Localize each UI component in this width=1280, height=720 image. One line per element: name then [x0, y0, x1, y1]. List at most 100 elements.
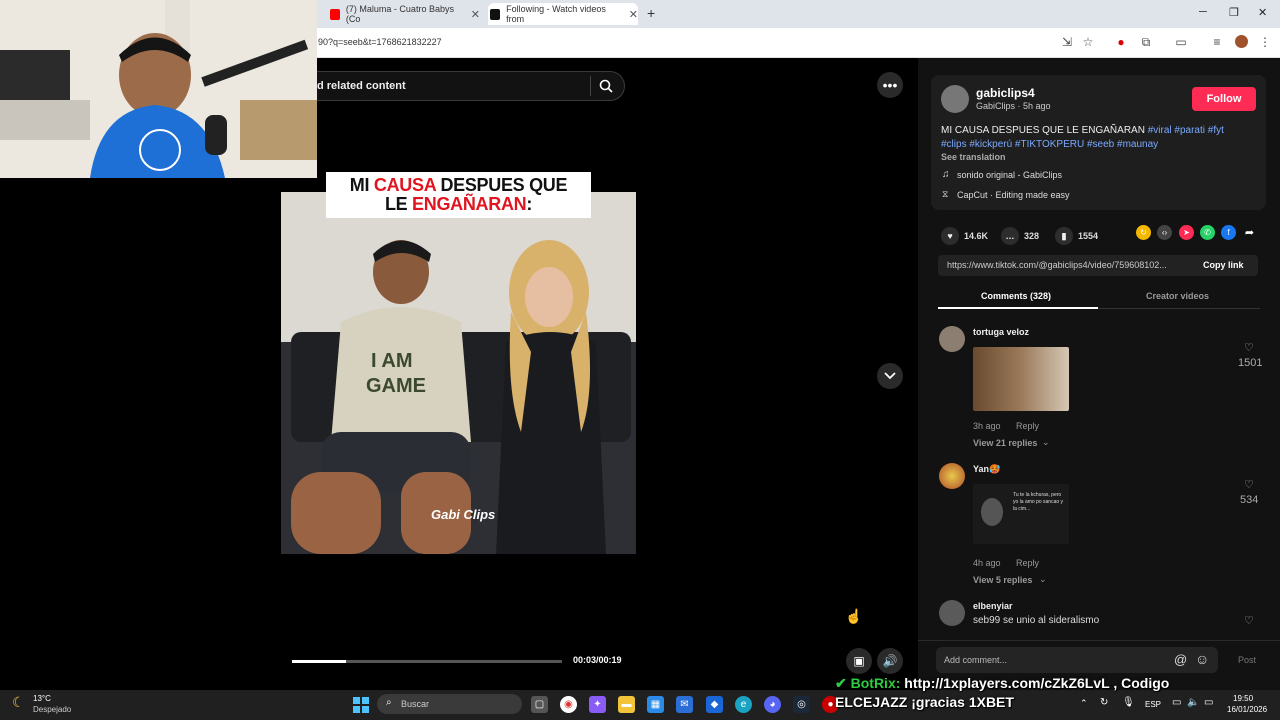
- comment-image[interactable]: [973, 347, 1069, 411]
- tab-title: (7) Maluma - Cuatro Babys (Co: [345, 4, 454, 24]
- follow-button[interactable]: Follow: [1192, 87, 1256, 111]
- store-icon[interactable]: ▦: [647, 696, 664, 713]
- chrome-icon[interactable]: ◉: [560, 696, 577, 713]
- chevron-down-icon: [884, 372, 896, 380]
- close-icon[interactable]: ✕: [471, 8, 480, 21]
- clock-time[interactable]: 19:50: [1233, 694, 1253, 703]
- browser-tab[interactable]: (7) Maluma - Cuatro Babys (Co ✕: [330, 3, 480, 25]
- comment-icon: …: [1001, 227, 1019, 245]
- facebook-icon[interactable]: f: [1221, 225, 1236, 240]
- see-translation-link[interactable]: See translation: [941, 152, 1006, 162]
- comment-image[interactable]: Tu te la kchuras, pero yo la amo po sanc…: [973, 484, 1069, 544]
- save-button[interactable]: ▮ 1554: [1055, 227, 1098, 245]
- star-icon[interactable]: ☆: [1081, 35, 1095, 49]
- tab-comments[interactable]: Comments (328): [981, 291, 1051, 301]
- minimize-button[interactable]: ─: [1199, 6, 1207, 18]
- view-replies-link[interactable]: View 5 replies: [973, 575, 1032, 585]
- caption-highlight: ENGAÑARAN: [412, 194, 527, 214]
- avatar[interactable]: [941, 85, 969, 113]
- reply-link[interactable]: Reply: [1016, 421, 1039, 431]
- task-view-icon[interactable]: ▢: [531, 696, 548, 713]
- comment-like-count: 534: [1240, 494, 1259, 506]
- post-comment-button[interactable]: Post: [1238, 655, 1256, 665]
- video-watermark: Gabi Clips: [431, 507, 496, 522]
- windows-start-icon[interactable]: [352, 696, 369, 713]
- search-icon[interactable]: [599, 79, 613, 93]
- music-note-icon: ♫: [942, 169, 950, 180]
- search-icon: ⌕: [386, 697, 392, 708]
- caption-text: MI: [349, 175, 374, 195]
- share-icon[interactable]: ➦: [1242, 225, 1257, 240]
- taskbar-search[interactable]: [377, 694, 522, 714]
- avatar[interactable]: [939, 600, 965, 626]
- svg-text:I AM: I AM: [371, 350, 412, 372]
- save-count: 1554: [1078, 231, 1099, 241]
- description-text: MI CAUSA DESPUES QUE LE ENGAÑARAN: [941, 125, 1145, 136]
- share-link[interactable]: https://www.tiktok.com/@gabiclips4/video…: [947, 260, 1167, 270]
- author-username[interactable]: gabiclips4: [976, 86, 1035, 100]
- heart-outline-icon[interactable]: ♡: [1244, 478, 1254, 491]
- webcam-scene: [0, 0, 317, 178]
- browser-tab-active[interactable]: Following - Watch videos from ✕: [488, 3, 638, 25]
- mail-icon[interactable]: ✉: [676, 696, 693, 713]
- edge-icon[interactable]: e: [735, 696, 752, 713]
- more-vert-icon[interactable]: ⋮: [1258, 35, 1272, 49]
- profile-avatar[interactable]: [1235, 35, 1248, 48]
- volume-icon[interactable]: 🔈: [1187, 697, 1199, 708]
- music-link[interactable]: sonido original - GabiClips: [957, 170, 1062, 180]
- mention-icon[interactable]: @: [1174, 652, 1187, 667]
- svg-text:GAME: GAME: [366, 375, 426, 397]
- comment-author[interactable]: elbenyiar: [973, 601, 1013, 611]
- discord-icon[interactable]: ◕: [764, 696, 781, 713]
- comment-author[interactable]: Yan🥵: [973, 464, 1000, 475]
- copilot-icon[interactable]: ✦: [589, 696, 606, 713]
- reply-link[interactable]: Reply: [1016, 558, 1039, 568]
- heart-icon: ♥: [941, 227, 959, 245]
- file-explorer-icon[interactable]: ▬: [618, 696, 635, 713]
- menu-list-icon[interactable]: ≡: [1210, 35, 1224, 49]
- new-tab-button[interactable]: +: [647, 5, 655, 21]
- pip-button[interactable]: ▣: [846, 648, 872, 674]
- search-divider: [590, 76, 591, 96]
- like-button[interactable]: ♥ 14.6K: [941, 227, 988, 245]
- cast-icon[interactable]: ▭: [1174, 35, 1188, 49]
- extensions-icon[interactable]: ⧉: [1139, 35, 1153, 49]
- video-frame[interactable]: I AM GAME Gabi Clips: [281, 192, 636, 554]
- copy-link-button[interactable]: Copy link: [1203, 260, 1244, 270]
- botrix-label: BotRix:: [850, 675, 901, 691]
- comment-button[interactable]: … 328: [1001, 227, 1039, 245]
- send-icon[interactable]: ➤: [1179, 225, 1194, 240]
- comment-author[interactable]: tortuga veloz: [973, 327, 1029, 337]
- whatsapp-icon[interactable]: ✆: [1200, 225, 1215, 240]
- emoji-icon[interactable]: ☺: [1195, 651, 1209, 667]
- weather-temp[interactable]: 13°C: [33, 694, 51, 703]
- active-tab-indicator: [938, 307, 1098, 309]
- repost-icon[interactable]: ↻: [1136, 225, 1151, 240]
- close-window-button[interactable]: ✕: [1258, 6, 1267, 19]
- install-icon[interactable]: ⇲: [1060, 35, 1074, 49]
- more-options-button[interactable]: •••: [877, 72, 903, 98]
- hashtags[interactable]: #clips #kickperú #TIKTOKPERU #seeb #maun…: [941, 139, 1158, 150]
- image-face: [981, 498, 1003, 526]
- battery-icon[interactable]: ▭: [1204, 697, 1213, 708]
- next-video-button[interactable]: [877, 363, 903, 389]
- embed-icon[interactable]: ‹›: [1157, 225, 1172, 240]
- dropbox-icon[interactable]: ◆: [706, 696, 723, 713]
- avatar[interactable]: [939, 463, 965, 489]
- close-icon[interactable]: ✕: [629, 8, 638, 21]
- clock-date[interactable]: 16/01/2026: [1227, 705, 1267, 714]
- network-icon[interactable]: ▭: [1172, 697, 1181, 708]
- view-replies-link[interactable]: View 21 replies: [973, 438, 1037, 448]
- capcut-link[interactable]: CapCut · Editing made easy: [957, 190, 1070, 200]
- avatar[interactable]: [939, 326, 965, 352]
- tab-creator-videos[interactable]: Creator videos: [1146, 291, 1209, 301]
- hashtags[interactable]: #viral #parati #fyt: [1148, 125, 1224, 136]
- url-field[interactable]: 90?q=seeb&t=1768621832227: [318, 37, 442, 47]
- volume-button[interactable]: 🔊: [877, 648, 903, 674]
- heart-outline-icon[interactable]: ♡: [1244, 614, 1254, 627]
- progress-fill: [292, 660, 346, 663]
- opera-icon[interactable]: ●: [1114, 35, 1128, 49]
- maximize-button[interactable]: ❐: [1229, 6, 1239, 19]
- heart-outline-icon[interactable]: ♡: [1244, 341, 1254, 354]
- steam-icon[interactable]: ◎: [793, 696, 810, 713]
